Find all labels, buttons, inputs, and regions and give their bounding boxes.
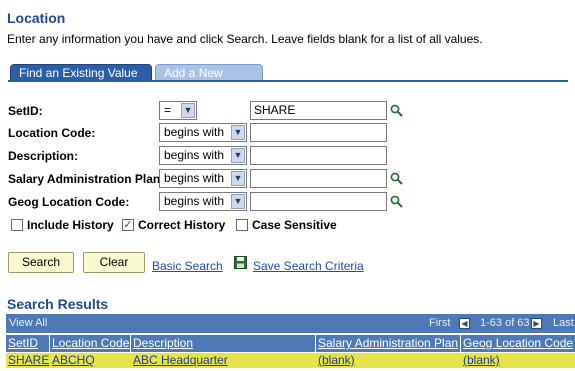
geog-location-label: Geog Location Code: [8,195,130,209]
salary-plan-operator-value: begins with [164,171,225,185]
tab-find-existing-value[interactable]: Find an Existing Value [10,64,152,81]
salary-plan-input[interactable] [250,169,387,188]
include-history-label: Include History [27,218,114,232]
location-code-operator-select[interactable]: begins with ▼ [159,123,247,142]
location-code-operator-value: begins with [164,125,225,139]
setid-label: SetID: [8,104,43,118]
chevron-down-icon: ▼ [181,103,195,118]
geog-location-operator-select[interactable]: begins with ▼ [159,192,247,211]
location-code-label: Location Code: [8,126,96,140]
clear-button[interactable]: Clear [83,252,145,273]
chevron-down-icon: ▼ [231,125,245,140]
chevron-down-icon: ▼ [231,194,245,209]
column-header-salary-plan[interactable]: Salary Administration Plan [316,335,461,352]
setid-operator-value: = [164,103,172,117]
magnifier-icon[interactable] [390,104,403,117]
include-history-checkbox[interactable] [11,219,23,231]
save-search-criteria-link[interactable]: Save Search Criteria [253,259,364,273]
search-button[interactable]: Search [8,252,74,273]
page-instructions: Enter any information you have and click… [7,32,483,46]
magnifier-icon[interactable] [390,195,403,208]
results-range: 1-63 of 63 [480,317,530,329]
arrow-right-icon[interactable]: ▶ [531,318,542,329]
setid-operator-select[interactable]: = ▼ [159,101,197,120]
arrow-left-icon[interactable]: ◀ [459,318,470,329]
view-all-link[interactable]: View All [9,314,47,333]
correct-history-checkbox[interactable]: ✓ [122,219,134,231]
case-sensitive-label: Case Sensitive [252,218,337,232]
search-results-title: Search Results [7,296,109,312]
chevron-down-icon: ▼ [231,171,245,186]
correct-history-label: Correct History [138,218,226,232]
floppy-disk-icon[interactable] [234,256,247,269]
salary-plan-label: Salary Administration Plan: [8,172,165,186]
geog-location-operator-value: begins with [164,194,225,208]
column-header-setid[interactable]: SetID [6,335,50,352]
description-label: Description: [8,149,79,163]
last-link[interactable]: Last [553,314,574,333]
table-cell-salary-plan[interactable]: (blank) [316,353,461,368]
table-cell-location-code[interactable]: ABCHQ [50,353,131,368]
case-sensitive-checkbox[interactable] [236,219,248,231]
column-header-location-code[interactable]: Location Code [50,335,131,352]
chevron-down-icon: ▼ [231,148,245,163]
table-cell-geog-location-code[interactable]: (blank) [461,353,575,368]
description-input[interactable] [250,146,387,165]
description-operator-select[interactable]: begins with ▼ [159,146,247,165]
basic-search-link[interactable]: Basic Search [152,259,223,273]
magnifier-icon[interactable] [390,172,403,185]
setid-input[interactable]: SHARE [250,101,387,120]
geog-location-input[interactable] [250,192,387,211]
first-link[interactable]: First [429,314,450,333]
results-navigation-bar: View All First 1-63 of 63 Last [6,314,575,333]
description-operator-value: begins with [164,148,225,162]
column-header-description[interactable]: Description [131,335,316,352]
table-cell-description[interactable]: ABC Headquarter [131,353,316,368]
location-code-input[interactable] [250,123,387,142]
salary-plan-operator-select[interactable]: begins with ▼ [159,169,247,188]
table-cell-setid[interactable]: SHARE [6,353,50,368]
column-header-geog-location-code[interactable]: Geog Location Code [461,335,575,352]
page-title: Location [7,10,66,26]
tab-divider [8,80,568,82]
tab-add-new-value[interactable]: Add a New Value [155,64,263,97]
